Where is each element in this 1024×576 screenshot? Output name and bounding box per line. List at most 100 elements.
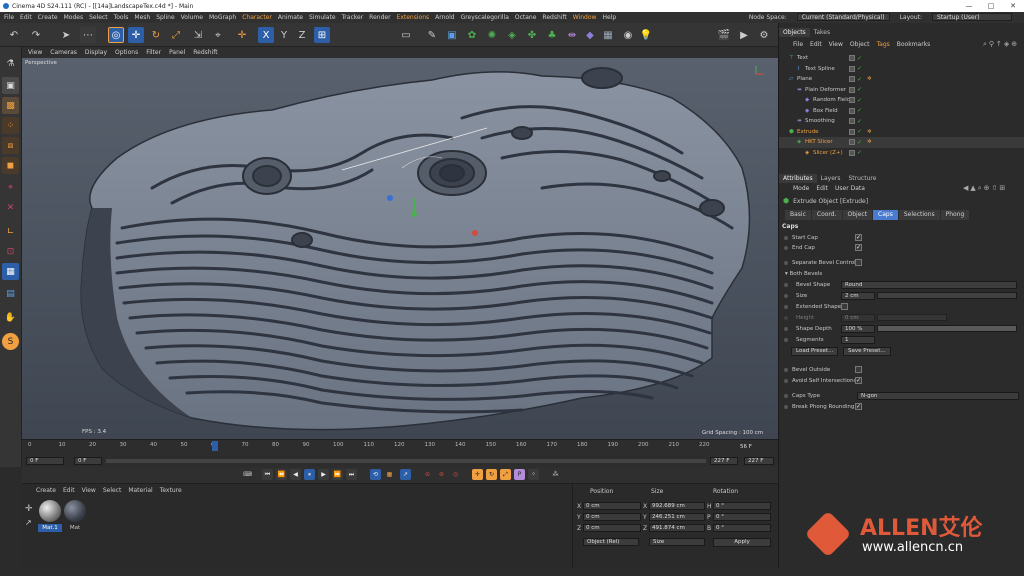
viewport-menu-panel[interactable]: Panel (169, 49, 185, 56)
menu-simulate[interactable]: Simulate (309, 14, 336, 21)
anim-dot[interactable] (784, 261, 788, 265)
axis-mode-icon[interactable]: ⌖ (2, 179, 19, 196)
previous-frame-icon[interactable]: ◀ (290, 469, 301, 480)
point-level-icon[interactable]: ⁘ (528, 469, 539, 480)
coord-size-mode-select[interactable]: Size (649, 538, 705, 546)
objects-menu-edit[interactable]: Edit (810, 41, 822, 48)
render-picture-icon[interactable]: ▶ (736, 27, 752, 43)
tab-objects[interactable]: Objects (779, 28, 810, 37)
node-space-select[interactable]: Current (Standard/Physical) (796, 13, 890, 21)
height-slider[interactable] (877, 314, 947, 321)
effector-icon[interactable]: ✤ (524, 27, 540, 43)
keyframe-selection-icon[interactable]: ◎ (450, 469, 461, 480)
menu-modes[interactable]: Modes (64, 14, 83, 21)
ease-icon[interactable]: ↗ (400, 469, 411, 480)
subtab-caps[interactable]: Caps (873, 210, 898, 220)
paint-icon[interactable]: ✋ (2, 309, 19, 326)
anim-dot[interactable] (784, 394, 788, 398)
object-visibility-toggle[interactable] (849, 128, 855, 135)
menu-character[interactable]: Character (242, 14, 272, 21)
scene-icon[interactable]: ▦ (600, 27, 616, 43)
menu-animate[interactable]: Animate (278, 14, 303, 21)
object-enabled-check[interactable]: ✓ (857, 76, 862, 83)
x-axis-icon[interactable]: X (258, 27, 274, 43)
previous-key-icon[interactable]: ⏪ (276, 469, 287, 480)
y-size-field[interactable]: 246.251 cm (649, 513, 705, 521)
menu-file[interactable]: File (4, 14, 14, 21)
rotate-tool-icon[interactable]: ↻ (148, 27, 164, 43)
object-row-plain-deformer[interactable]: ⇹ Plain Deformer ✓ (779, 85, 1024, 96)
frame-start-field[interactable]: 0 F (26, 457, 64, 465)
x-size-field[interactable]: 992.689 cm (649, 502, 705, 510)
object-row-random-field[interactable]: ◆ Random Field ✓ (779, 95, 1024, 106)
attr-nav-icons[interactable]: ◀▲⌕⊕⇧⊞ (963, 184, 1007, 193)
render-region-icon[interactable]: ▭ (398, 27, 414, 43)
bevel-shape-select[interactable]: Round (841, 281, 1017, 289)
frame-max-field[interactable]: 227 F (744, 457, 774, 465)
object-enabled-check[interactable]: ✓ (857, 65, 862, 72)
rotation-key-icon[interactable]: ↻ (486, 469, 497, 480)
mograph-icon[interactable]: ♣ (544, 27, 560, 43)
menu-greyscalegorilla[interactable]: Greyscalegorilla (461, 14, 509, 21)
generator-icon[interactable]: ✺ (484, 27, 500, 43)
shape-depth-slider[interactable] (877, 325, 1017, 332)
layout-select[interactable]: Startup (User) (932, 13, 1012, 21)
material-menu-material[interactable]: Material (128, 487, 152, 494)
tab-attributes[interactable]: Attributes (779, 174, 817, 183)
z-axis-icon[interactable]: Z (294, 27, 310, 43)
menu-create[interactable]: Create (38, 14, 58, 21)
menu-select[interactable]: Select (89, 14, 108, 21)
end-cap-checkbox[interactable]: ✓ (855, 244, 862, 251)
param-key-icon[interactable]: P (514, 469, 525, 480)
redo-icon[interactable]: ↷ (28, 27, 44, 43)
save-preset-button[interactable]: Save Preset... (843, 347, 891, 356)
record-keys-icon[interactable]: ⌨ (242, 469, 253, 480)
world-axis-icon[interactable]: ⊞ (314, 27, 330, 43)
material-label-mat1[interactable]: Mat.1 (38, 524, 62, 532)
object-tag-icon[interactable]: ✲ (867, 129, 872, 135)
live-select-tool-icon[interactable]: ◎ (108, 27, 124, 43)
texture-mode-icon[interactable]: ▩ (2, 97, 19, 114)
anim-dot[interactable] (784, 368, 788, 372)
field-icon[interactable]: ◆ (582, 27, 598, 43)
loop-icon[interactable]: ⟲ (370, 469, 381, 480)
material-menu-edit[interactable]: Edit (63, 487, 75, 494)
material-ball-mat[interactable] (64, 500, 86, 522)
anim-dot[interactable] (784, 316, 788, 320)
close-button[interactable]: ✕ (1002, 0, 1024, 12)
x-position-field[interactable]: 0 cm (583, 502, 641, 510)
render-view-icon[interactable]: 🎬 (716, 27, 732, 43)
menu-spline[interactable]: Spline (156, 14, 174, 21)
tab-layers[interactable]: Layers (817, 174, 845, 183)
size-field[interactable]: 2 cm (841, 292, 875, 300)
subtab-basic[interactable]: Basic (785, 210, 811, 220)
anim-dot[interactable] (784, 379, 788, 383)
material-label-mat[interactable]: Mat (63, 524, 87, 532)
object-row-plane[interactable]: ▱ Plane ✓ ✲ (779, 74, 1024, 85)
anim-dot[interactable] (784, 246, 788, 250)
next-key-icon[interactable]: ⏩ (332, 469, 343, 480)
maximize-button[interactable]: □ (980, 0, 1002, 12)
viewport-menu-redshift[interactable]: Redshift (193, 49, 217, 56)
material-menu-texture[interactable]: Texture (160, 487, 182, 494)
objects-search-icon[interactable]: ⌕⚲↑◈⊕ (983, 40, 1019, 49)
menu-window[interactable]: Window (573, 14, 597, 21)
object-visibility-toggle[interactable] (849, 86, 855, 93)
undo-icon[interactable]: ↶ (6, 27, 22, 43)
viewport-perspective[interactable]: Perspective FPS : 3.4 Grid Spacing : 100… (22, 58, 778, 439)
viewport-menu-filter[interactable]: Filter (146, 49, 161, 56)
size-slider[interactable] (877, 292, 1017, 299)
object-visibility-toggle[interactable] (849, 118, 855, 125)
object-enabled-check[interactable]: ✓ (857, 97, 862, 104)
separate-bevel-checkbox[interactable] (855, 259, 862, 266)
sculpt-icon[interactable]: S (2, 333, 19, 350)
material-ball-mat1[interactable] (39, 500, 61, 522)
timeline-ruler[interactable]: 0102030405060708090100110120130140150160… (28, 442, 772, 454)
object-enabled-check[interactable]: ✓ (857, 55, 862, 62)
apply-button[interactable]: Apply (713, 538, 771, 547)
object-visibility-toggle[interactable] (849, 76, 855, 83)
objects-menu-tags[interactable]: Tags (876, 41, 889, 48)
p-rotation-field[interactable]: 0 ° (713, 513, 771, 521)
menu-mograph[interactable]: MoGraph (209, 14, 236, 21)
menu-octane[interactable]: Octane (515, 14, 537, 21)
